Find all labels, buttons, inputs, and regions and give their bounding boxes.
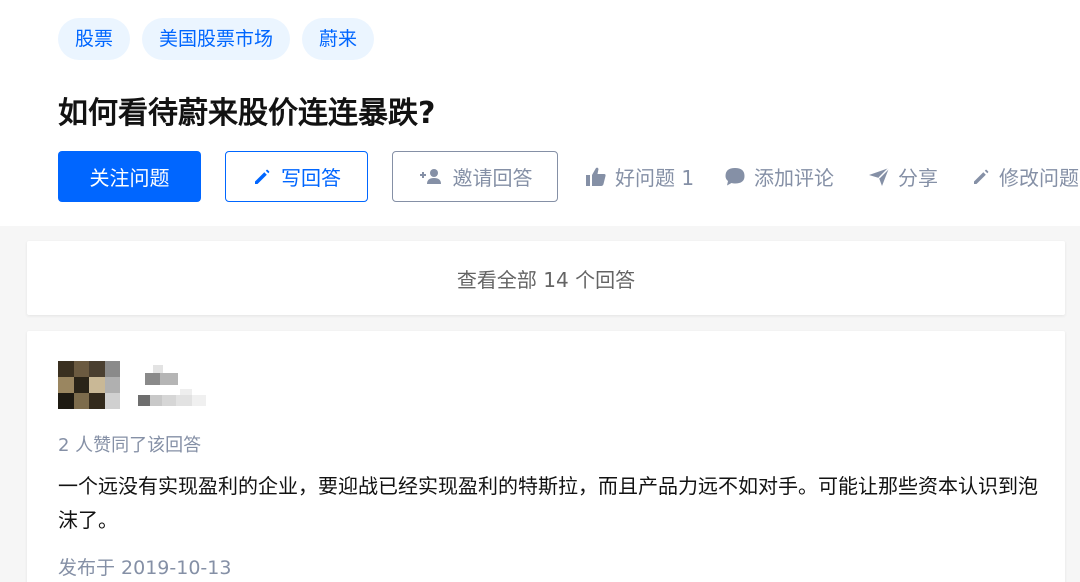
answer-vote-count: 2 人赞同了该回答 [58, 435, 202, 456]
invite-answer-label: 邀请回答 [452, 166, 533, 190]
good-question-label: 好问题 1 [615, 166, 695, 190]
topic-tag-us-stock-market[interactable]: 美国股票市场 [142, 18, 291, 60]
edit-question-button[interactable]: 修改问题 [971, 151, 1079, 202]
add-person-icon [418, 167, 444, 187]
paper-plane-icon [868, 166, 890, 187]
view-all-answers-button[interactable]: 查看全部 14 个回答 [27, 241, 1065, 315]
follow-question-label: 关注问题 [89, 166, 170, 190]
thumbs-up-icon [585, 167, 607, 187]
answer-content: 一个远没有实现盈利的企业，要迎战已经实现盈利的特斯拉，而且产品力远不如对手。可能… [58, 474, 1038, 532]
topic-tag-nio[interactable]: 蔚来 [302, 18, 375, 60]
share-button[interactable]: 分享 [868, 151, 938, 202]
topic-tags: 股票 美国股票市场 蔚来 [58, 18, 375, 60]
answer-publish-date[interactable]: 发布于 2019-10-13 [58, 553, 231, 580]
avatar[interactable] [58, 361, 120, 409]
edit-question-label: 修改问题 [999, 166, 1079, 190]
question-title: 如何看待蔚来股价连连暴跌? [58, 96, 436, 131]
answer-card: 2 人赞同了该回答 一个远没有实现盈利的企业，要迎战已经实现盈利的特斯拉，而且产… [27, 331, 1065, 582]
add-comment-label: 添加评论 [754, 166, 834, 190]
question-header: 股票 美国股票市场 蔚来 如何看待蔚来股价连连暴跌? 关注问题 写回答 邀请回答… [0, 0, 1080, 226]
pencil-icon [971, 167, 991, 187]
pencil-icon [252, 167, 272, 187]
speech-bubble-icon [724, 167, 746, 187]
write-answer-button[interactable]: 写回答 [225, 151, 368, 202]
share-label: 分享 [898, 166, 938, 190]
view-all-answers-label: 查看全部 14 个回答 [456, 267, 636, 292]
invite-answer-button[interactable]: 邀请回答 [392, 151, 558, 202]
question-actions: 关注问题 写回答 邀请回答 好问题 1 添加评论 分享 修改问题 [58, 151, 1080, 202]
write-answer-label: 写回答 [281, 166, 341, 190]
author-name-redacted[interactable] [135, 353, 225, 411]
good-question-button[interactable]: 好问题 1 [585, 151, 694, 202]
add-comment-button[interactable]: 添加评论 [724, 151, 834, 202]
follow-question-button[interactable]: 关注问题 [58, 151, 201, 202]
topic-tag-stocks[interactable]: 股票 [58, 18, 131, 60]
